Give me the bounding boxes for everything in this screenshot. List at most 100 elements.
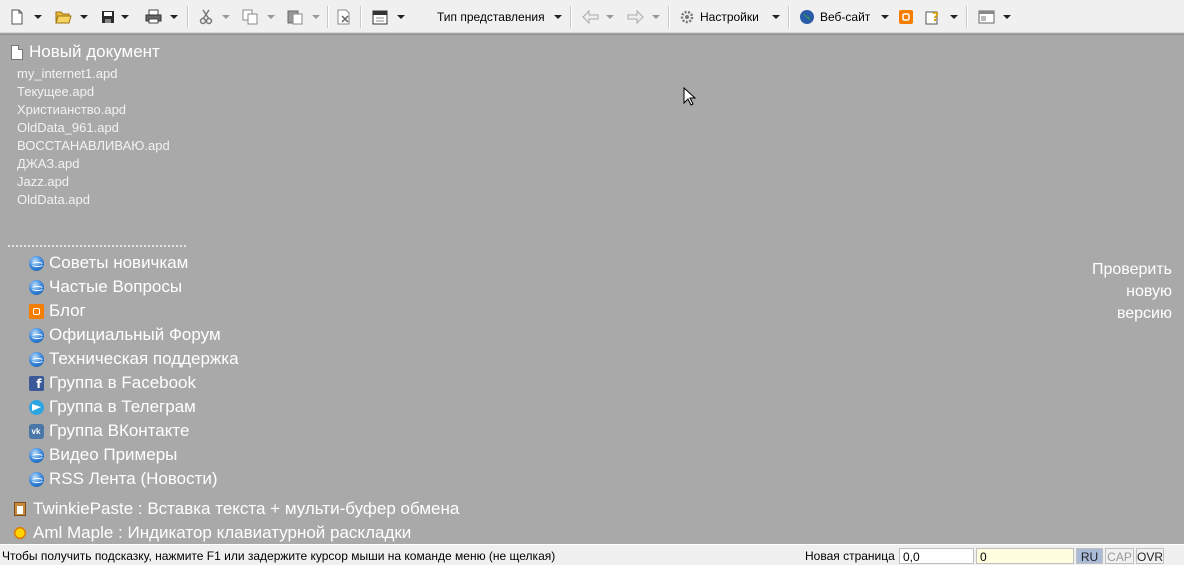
recent-file-item[interactable]: Jazz.apd	[17, 173, 170, 191]
link-faq[interactable]: Частые Вопросы	[28, 275, 239, 299]
link-facebook[interactable]: f Группа в Facebook	[28, 371, 239, 395]
window-panel-icon	[977, 8, 995, 26]
new-document-link[interactable]: Новый документ	[11, 42, 160, 62]
forward-button[interactable]	[626, 6, 644, 27]
caps-lock-indicator: CAP	[1105, 548, 1134, 564]
new-document-button[interactable]	[8, 6, 26, 27]
view-type-dropdown[interactable]	[553, 6, 563, 27]
main-toolbar: Тип представления Настройки Веб-сайт ?	[0, 0, 1184, 33]
settings-button[interactable]: Настройки	[678, 6, 759, 27]
telegram-icon	[28, 399, 44, 415]
divider	[7, 244, 187, 248]
link-label: Советы новичкам	[49, 253, 189, 272]
link-telegram[interactable]: Группа в Телеграм	[28, 395, 239, 419]
coords-field: 0,0	[899, 548, 974, 564]
floppy-disk-icon	[99, 8, 117, 26]
delete-page-icon	[335, 8, 353, 26]
recent-file-item[interactable]: ДЖАЗ.apd	[17, 155, 170, 173]
overwrite-indicator: OVR	[1136, 548, 1164, 564]
calendar-icon	[371, 8, 389, 26]
print-button[interactable]	[144, 6, 162, 27]
link-newbie-tips[interactable]: Советы новичкам	[28, 251, 239, 275]
status-bar: Чтобы получить подсказку, нажмите F1 или…	[0, 544, 1184, 565]
page-view-button[interactable]	[371, 6, 389, 27]
link-label: Официальный Форум	[49, 325, 221, 344]
link-twinkiepaste[interactable]: TwinkiePaste : Вставка текста + мульти-б…	[12, 497, 459, 521]
link-support[interactable]: Техническая поддержка	[28, 347, 239, 371]
help-button[interactable]: ?	[924, 6, 942, 27]
links-list: Советы новичкам Частые Вопросы Блог Офиц…	[28, 251, 239, 491]
cut-button[interactable]	[197, 6, 215, 27]
printer-icon	[144, 8, 162, 26]
link-label: Aml Maple : Индикатор клавиатурной раскл…	[33, 523, 412, 542]
globe-icon	[798, 8, 816, 26]
back-button[interactable]	[582, 6, 600, 27]
recent-file-item[interactable]: Текущее.apd	[17, 83, 170, 101]
website-button[interactable]: Веб-сайт	[798, 6, 870, 27]
gear-icon	[678, 8, 696, 26]
website-dropdown[interactable]	[880, 6, 890, 27]
panel-button[interactable]	[977, 6, 995, 27]
link-label: Видео Примеры	[49, 445, 178, 464]
globe-icon	[28, 279, 44, 295]
check-version-line: версию	[1116, 305, 1172, 322]
globe-icon	[28, 351, 44, 367]
link-rss[interactable]: RSS Лента (Новости)	[28, 467, 239, 491]
print-dropdown[interactable]	[169, 6, 179, 27]
new-document-label: Новый документ	[29, 42, 160, 61]
paste-button[interactable]	[286, 6, 304, 27]
blog-button[interactable]	[897, 6, 915, 27]
help-dropdown[interactable]	[949, 6, 959, 27]
cut-dropdown[interactable]	[221, 6, 231, 27]
recent-file-item[interactable]: Христианство.apd	[17, 101, 170, 119]
vk-icon: vk	[28, 423, 44, 439]
link-label: Частые Вопросы	[49, 277, 183, 296]
open-dropdown[interactable]	[79, 6, 89, 27]
link-label: Блог	[49, 301, 86, 320]
recent-file-item[interactable]: OldData.apd	[17, 191, 170, 209]
delete-button[interactable]	[335, 6, 353, 27]
recent-file-item[interactable]: my_internet1.apd	[17, 65, 170, 83]
recent-file-item[interactable]: ВОССТАНАВЛИВАЮ.apd	[17, 137, 170, 155]
link-video-examples[interactable]: Видео Примеры	[28, 443, 239, 467]
link-aml-maple[interactable]: Aml Maple : Индикатор клавиатурной раскл…	[12, 521, 459, 545]
link-vkontakte[interactable]: vk Группа ВКонтакте	[28, 419, 239, 443]
view-type-label: Тип представления	[437, 9, 545, 24]
paste-icon	[286, 8, 304, 26]
copy-dropdown[interactable]	[266, 6, 276, 27]
globe-icon	[28, 447, 44, 463]
help-icon: ?	[924, 8, 942, 26]
page-view-dropdown[interactable]	[396, 6, 406, 27]
link-blog[interactable]: Блог	[28, 299, 239, 323]
status-hint: Чтобы получить подсказку, нажмите F1 или…	[2, 549, 556, 563]
new-document-dropdown[interactable]	[33, 6, 43, 27]
new-file-icon	[8, 8, 26, 26]
globe-icon	[28, 471, 44, 487]
link-label: Техническая поддержка	[49, 349, 239, 368]
panel-dropdown[interactable]	[1002, 6, 1012, 27]
save-dropdown[interactable]	[120, 6, 130, 27]
check-version-link[interactable]: Проверить новую версию	[1092, 259, 1172, 325]
website-label: Веб-сайт	[820, 9, 871, 24]
copy-button[interactable]	[241, 6, 259, 27]
view-type-button[interactable]: Тип представления	[437, 6, 545, 27]
save-button[interactable]	[99, 6, 117, 27]
open-button[interactable]	[54, 6, 72, 27]
recent-file-item[interactable]: OldData_961.apd	[17, 119, 170, 137]
paste-dropdown[interactable]	[311, 6, 321, 27]
check-version-line: новую	[1126, 283, 1172, 300]
maple-icon	[13, 526, 27, 540]
language-indicator[interactable]: RU	[1076, 548, 1103, 564]
link-label: RSS Лента (Новости)	[49, 469, 218, 488]
blogger-icon	[28, 303, 44, 319]
link-forum[interactable]: Официальный Форум	[28, 323, 239, 347]
back-dropdown[interactable]	[605, 6, 615, 27]
count-field: 0	[976, 548, 1074, 564]
document-icon	[11, 44, 23, 60]
facebook-icon: f	[28, 375, 44, 391]
settings-dropdown[interactable]	[771, 6, 781, 27]
forward-dropdown[interactable]	[651, 6, 661, 27]
check-version-line: Проверить	[1091, 261, 1172, 278]
settings-label: Настройки	[700, 9, 759, 24]
globe-icon	[28, 327, 44, 343]
